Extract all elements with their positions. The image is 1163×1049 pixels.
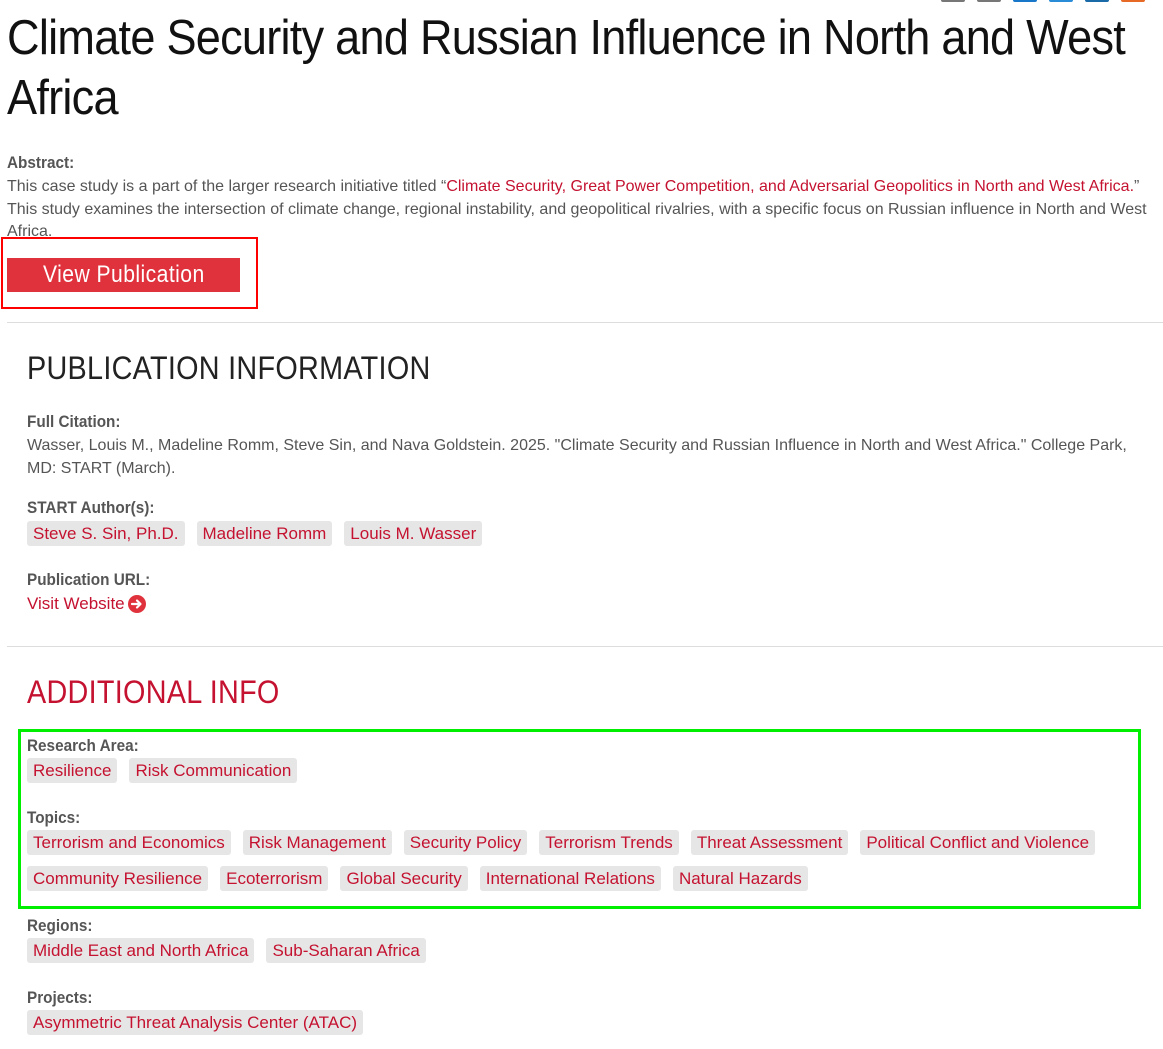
topic-tag[interactable]: Security Policy bbox=[403, 830, 528, 855]
visit-website-label: Visit Website bbox=[27, 594, 125, 613]
topic-tag[interactable]: Political Conflict and Violence bbox=[860, 830, 1096, 855]
projects-label: Projects: bbox=[27, 988, 93, 1007]
topic-tag[interactable]: Natural Hazards bbox=[672, 866, 808, 891]
topic-tag[interactable]: Community Resilience bbox=[27, 866, 209, 891]
section-divider bbox=[7, 646, 1163, 647]
abstract-label: Abstract: bbox=[7, 153, 75, 172]
regions-list: Middle East and North Africa Sub-Saharan… bbox=[27, 938, 426, 963]
publication-url-label: Publication URL: bbox=[27, 570, 151, 589]
projects-list: Asymmetric Threat Analysis Center (ATAC) bbox=[27, 1010, 364, 1035]
page-title-line-1: Climate Security and Russian Influence i… bbox=[7, 11, 1126, 65]
research-area-tag[interactable]: Resilience bbox=[27, 758, 118, 783]
page-title: Climate Security and Russian Influence i… bbox=[7, 8, 1126, 128]
print-share-icon[interactable] bbox=[977, 0, 1001, 2]
share-toolbar bbox=[941, 0, 1145, 2]
twitter-share-icon[interactable] bbox=[1049, 0, 1073, 2]
author-tag[interactable]: Steve S. Sin, Ph.D. bbox=[27, 521, 185, 546]
topics-label: Topics: bbox=[27, 808, 81, 827]
arrow-circle-right-icon bbox=[127, 595, 146, 613]
rss-share-icon[interactable] bbox=[1121, 0, 1145, 2]
linkedin-share-icon[interactable] bbox=[1085, 0, 1109, 2]
email-share-icon[interactable] bbox=[941, 0, 965, 2]
visit-website-link[interactable]: Visit Website bbox=[27, 594, 146, 614]
author-tag[interactable]: Madeline Romm bbox=[196, 521, 333, 546]
topic-tag[interactable]: Terrorism and Economics bbox=[27, 830, 231, 855]
research-area-tag[interactable]: Risk Communication bbox=[129, 758, 298, 783]
topic-tag[interactable]: Terrorism Trends bbox=[539, 830, 679, 855]
topics-list-row-2: Community Resilience Ecoterrorism Global… bbox=[27, 866, 808, 891]
region-tag[interactable]: Middle East and North Africa bbox=[27, 938, 255, 963]
research-area-label: Research Area: bbox=[27, 736, 139, 755]
regions-label: Regions: bbox=[27, 916, 93, 935]
view-publication-label: View Publication bbox=[42, 261, 205, 288]
project-tag[interactable]: Asymmetric Threat Analysis Center (ATAC) bbox=[27, 1010, 364, 1035]
topic-tag[interactable]: Risk Management bbox=[242, 830, 392, 855]
topic-tag[interactable]: Global Security bbox=[340, 866, 468, 891]
view-publication-button[interactable]: View Publication bbox=[7, 258, 240, 292]
additional-info-heading: ADDITIONAL INFO bbox=[27, 674, 280, 710]
region-tag[interactable]: Sub-Saharan Africa bbox=[266, 938, 426, 963]
author-tag[interactable]: Louis M. Wasser bbox=[344, 521, 483, 546]
start-authors-label: START Author(s): bbox=[27, 498, 155, 517]
facebook-share-icon[interactable] bbox=[1013, 0, 1037, 2]
research-initiative-link[interactable]: Climate Security, Great Power Competitio… bbox=[446, 178, 1134, 195]
topic-tag[interactable]: Ecoterrorism bbox=[220, 866, 329, 891]
abstract-text: This case study is a part of the larger … bbox=[7, 176, 1157, 244]
publication-page: Climate Security and Russian Influence i… bbox=[0, 0, 1163, 1049]
full-citation-text: Wasser, Louis M., Madeline Romm, Steve S… bbox=[27, 437, 1127, 477]
topic-tag[interactable]: International Relations bbox=[479, 866, 661, 891]
abstract-text-before: This case study is a part of the larger … bbox=[7, 178, 447, 195]
research-area-list: Resilience Risk Communication bbox=[27, 758, 298, 783]
publication-information-heading: PUBLICATION INFORMATION bbox=[27, 350, 431, 386]
topic-tag[interactable]: Threat Assessment bbox=[690, 830, 849, 855]
section-divider bbox=[7, 322, 1163, 323]
authors-list: Steve S. Sin, Ph.D. Madeline Romm Louis … bbox=[27, 521, 483, 546]
page-title-line-2: Africa bbox=[7, 71, 119, 125]
full-citation-label: Full Citation: bbox=[27, 412, 121, 431]
topics-list-row-1: Terrorism and Economics Risk Management … bbox=[27, 830, 1096, 855]
